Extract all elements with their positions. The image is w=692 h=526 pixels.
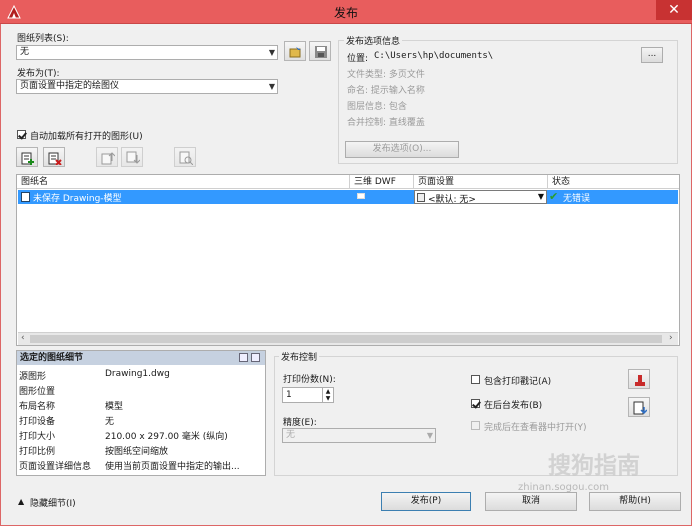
publish-to-select[interactable]: 页面设置中指定的绘图仪 ▼ bbox=[16, 79, 278, 94]
stamp-icon bbox=[635, 375, 645, 386]
pin-panel-icon[interactable] bbox=[251, 353, 260, 362]
column-header-3d-dwf[interactable]: 三维 DWF bbox=[350, 175, 414, 189]
copies-value: 1 bbox=[286, 390, 292, 400]
auto-load-checkbox[interactable] bbox=[17, 130, 26, 139]
cancel-button[interactable]: 取消 bbox=[485, 492, 577, 511]
merge-control-info: 合并控制: 直线覆盖 bbox=[347, 118, 425, 128]
detail-value-layout-name: 模型 bbox=[105, 402, 124, 412]
add-sheets-button[interactable] bbox=[16, 147, 38, 167]
column-header-status[interactable]: 状态 bbox=[548, 175, 679, 189]
scrollbar-thumb[interactable] bbox=[30, 335, 662, 343]
horizontal-scrollbar[interactable]: ‹ › bbox=[18, 332, 678, 345]
sheet-details-title: 选定的图纸细节 bbox=[20, 353, 84, 363]
chevron-down-icon: ▼ bbox=[537, 192, 544, 201]
include-plot-stamp-checkbox[interactable] bbox=[471, 375, 480, 384]
sheet-details-panel: 选定的图纸细节 源图形 Drawing1.dwg 图形位置 布局名称 模型 打印… bbox=[16, 350, 266, 476]
move-up-icon bbox=[101, 152, 115, 165]
drawing-file-icon bbox=[21, 192, 30, 202]
column-header-sheet-name[interactable]: 图纸名 bbox=[17, 175, 350, 189]
help-button[interactable]: 帮助(H) bbox=[589, 492, 681, 511]
stepper-down-icon[interactable]: ▼ bbox=[322, 395, 333, 402]
open-in-viewer-label: 完成后在查看器中打开(Y) bbox=[484, 423, 587, 433]
detail-key-layout-name: 布局名称 bbox=[19, 402, 56, 412]
sheet-table[interactable]: 图纸名 三维 DWF 页面设置 状态 未保存 Drawing-模型 <默认: 无… bbox=[16, 174, 680, 346]
chevron-down-icon: ▼ bbox=[268, 82, 275, 91]
detail-value-plot-device: 无 bbox=[105, 417, 115, 427]
save-disk-icon bbox=[315, 46, 327, 58]
detail-key-plot-scale: 打印比例 bbox=[19, 447, 56, 457]
sheet-list-select[interactable]: 无 ▼ bbox=[16, 45, 278, 60]
remove-sheets-button[interactable] bbox=[43, 147, 65, 167]
move-sheet-up-button[interactable] bbox=[96, 147, 118, 167]
collapse-triangle-icon[interactable]: ▲ bbox=[18, 497, 24, 506]
move-sheet-down-button[interactable] bbox=[121, 147, 143, 167]
sheet-list-label: 图纸列表(S): bbox=[17, 34, 69, 44]
layer-info: 图层信息: 包含 bbox=[347, 102, 407, 112]
add-sheet-icon bbox=[21, 152, 34, 165]
scroll-right-icon[interactable]: › bbox=[669, 333, 673, 343]
minimize-panel-icon[interactable] bbox=[239, 353, 248, 362]
publish-to-label: 发布为(T): bbox=[17, 69, 60, 79]
location-value: C:\Users\hp\documents\ bbox=[374, 51, 494, 61]
status-cell: 无错误 bbox=[563, 194, 591, 204]
preview-magnifier-icon bbox=[179, 151, 193, 165]
background-publish-checkbox[interactable] bbox=[471, 399, 480, 408]
sheet-name-cell: 未保存 Drawing-模型 bbox=[33, 194, 122, 204]
dwf-3d-checkbox[interactable] bbox=[357, 193, 365, 199]
precision-value: 无 bbox=[286, 430, 296, 440]
plot-stamp-settings-button[interactable] bbox=[628, 369, 650, 389]
background-publish-label: 在后台发布(B) bbox=[484, 401, 543, 411]
scroll-left-icon[interactable]: ‹ bbox=[21, 333, 25, 343]
check-icon: ✔ bbox=[549, 190, 559, 203]
detail-key-drawing-location: 图形位置 bbox=[19, 387, 56, 397]
document-arrow-icon bbox=[633, 401, 647, 415]
copies-stepper[interactable]: 1 ▲ ▼ bbox=[282, 387, 334, 403]
detail-key-page-setup-details: 页面设置详细信息 bbox=[19, 462, 92, 472]
location-label: 位置: bbox=[347, 54, 369, 64]
detail-value-page-setup-details: 使用当前页面设置中指定的输出... bbox=[105, 462, 240, 472]
publish-options-header: 发布选项信息 bbox=[344, 34, 403, 47]
publish-options-button[interactable]: 发布选项(O)... bbox=[345, 141, 459, 158]
publish-button[interactable]: 发布(P) bbox=[381, 492, 471, 511]
save-sheet-list-button[interactable] bbox=[309, 41, 331, 61]
close-button[interactable]: ✕ bbox=[656, 0, 692, 20]
sheet-details-header: 选定的图纸细节 bbox=[17, 351, 265, 365]
background-publish-settings-button[interactable] bbox=[628, 397, 650, 417]
move-down-icon bbox=[126, 151, 140, 164]
detail-value-plot-scale: 按图纸空间缩放 bbox=[105, 447, 169, 457]
precision-select[interactable]: 无 ▼ bbox=[282, 428, 436, 443]
open-in-viewer-checkbox[interactable] bbox=[471, 421, 480, 430]
folder-open-icon bbox=[289, 47, 301, 58]
naming-info: 命名: 提示输入名称 bbox=[347, 86, 425, 96]
include-plot-stamp-label: 包含打印戳记(A) bbox=[484, 377, 552, 387]
copies-label: 打印份数(N): bbox=[283, 375, 336, 385]
precision-label: 精度(E): bbox=[283, 418, 317, 428]
remove-sheet-icon bbox=[48, 152, 62, 165]
detail-value-plot-size: 210.00 x 297.00 毫米 (纵向) bbox=[105, 432, 228, 442]
detail-key-source-drawing: 源图形 bbox=[19, 372, 47, 382]
publish-to-value: 页面设置中指定的绘图仪 bbox=[20, 81, 120, 91]
detail-value-source-drawing: Drawing1.dwg bbox=[105, 369, 170, 379]
column-header-page-setup[interactable]: 页面设置 bbox=[414, 175, 548, 189]
auto-load-label: 自动加载所有打开的图形(U) bbox=[30, 132, 143, 142]
file-type-info: 文件类型: 多页文件 bbox=[347, 70, 425, 80]
watermark-logo: 搜狗指南 bbox=[548, 453, 640, 479]
sheet-list-value: 无 bbox=[20, 47, 30, 57]
page-setup-icon bbox=[417, 193, 425, 202]
browse-location-button[interactable]: ... bbox=[641, 47, 663, 63]
preview-button[interactable] bbox=[174, 147, 196, 167]
load-sheet-list-button[interactable] bbox=[284, 41, 306, 61]
window-title: 发布 bbox=[333, 6, 358, 20]
hide-details-link[interactable]: 隐藏细节(I) bbox=[30, 496, 76, 509]
detail-key-plot-size: 打印大小 bbox=[19, 432, 56, 442]
table-row[interactable]: 未保存 Drawing-模型 <默认: 无> ▼ ✔ 无错误 bbox=[18, 190, 678, 205]
chevron-down-icon: ▼ bbox=[268, 48, 275, 57]
stepper-up-icon[interactable]: ▲ bbox=[322, 388, 333, 395]
detail-key-plot-device: 打印设备 bbox=[19, 417, 56, 427]
publish-control-header: 发布控制 bbox=[279, 350, 320, 363]
page-setup-value: <默认: 无> bbox=[428, 195, 476, 205]
chevron-down-icon: ▼ bbox=[426, 431, 433, 440]
page-setup-select[interactable]: <默认: 无> ▼ bbox=[414, 190, 547, 205]
